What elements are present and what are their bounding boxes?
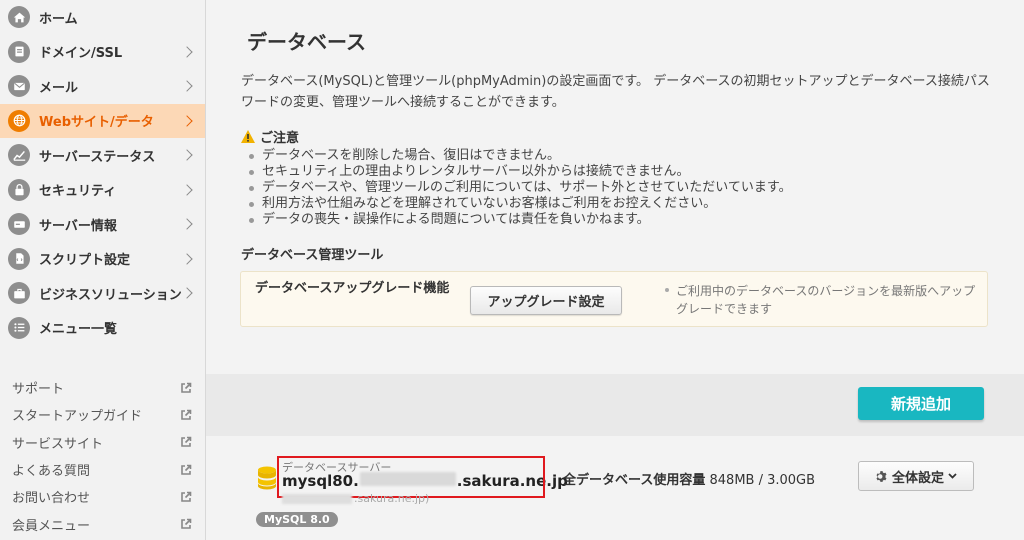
external-link-icon (180, 436, 192, 448)
chevron-right-icon (181, 253, 193, 265)
caution-title: ご注意 (260, 131, 300, 146)
page-title: データベース (247, 30, 366, 54)
sidebar-link[interactable]: サポート (0, 374, 206, 401)
usage-summary: 全データベース使用容量 848MB / 3.00GB (563, 469, 815, 488)
sidebar-item-label: メール (39, 80, 79, 96)
chevron-right-icon (181, 184, 193, 196)
mail-icon (8, 75, 30, 98)
tool-name: データベースアップグレード機能 (255, 281, 450, 296)
sidebar-item-domain[interactable]: ドメイン/SSL (0, 35, 205, 70)
domain-icon (8, 40, 30, 63)
upgrade-settings-button[interactable]: アップグレード設定 (470, 286, 622, 315)
page-description: データベース(MySQL)と管理ツール(phpMyAdmin)の設定画面です。 … (241, 74, 990, 110)
sidebar-link[interactable]: 会員メニュー (0, 510, 206, 537)
sidebar-link-label: サービスサイト (12, 436, 104, 452)
sidebar-item-mail[interactable]: メール (0, 69, 205, 104)
caution-item: データベースや、管理ツールのご利用については、サポート外とさせていただいています… (248, 180, 792, 196)
chart-icon (8, 144, 30, 167)
sidebar-item-label: ビジネスソリューション (39, 287, 182, 303)
db-sub-suffix: .sakura.ne.jp) (354, 492, 430, 505)
settings-label: 全体設定 (891, 470, 944, 486)
sidebar-link[interactable]: お問い合わせ (0, 483, 206, 510)
external-link-icon (180, 491, 192, 503)
sidebar-link[interactable]: よくある質問 (0, 456, 206, 483)
chevron-right-icon (181, 149, 193, 161)
tool-note: ご利用中のデータベースのバージョンを最新版へアップグレードできます (665, 282, 985, 318)
sidebar-link-label: サポート (12, 382, 65, 398)
sidebar-item-label: メニュー一覧 (39, 322, 118, 338)
chevron-right-icon (181, 218, 193, 230)
database-icon (258, 466, 276, 490)
server-icon (8, 213, 30, 236)
sidebar-item-server[interactable]: サーバー情報 (0, 207, 205, 242)
database-server-card: データベースサーバー mysql80. .sakura.ne.jp .sakur… (240, 448, 988, 540)
sidebar-item-label: Webサイト/データ (39, 115, 154, 131)
external-link-icon (180, 409, 192, 421)
mysql-version-badge: MySQL 8.0 (256, 512, 338, 527)
caution-item: 利用方法や仕組みなどを理解されていないお客様はご利用をお控えください。 (248, 196, 792, 212)
tools-heading: データベース管理ツール (241, 248, 384, 263)
sidebar-link[interactable]: スタートアップガイド (0, 401, 206, 428)
sidebar-item-script[interactable]: スクリプト設定 (0, 242, 205, 277)
list-icon (8, 316, 30, 339)
sidebar: ホーム ドメイン/SSL メール Webサイト/データ サーバーステータス セキュリティサ… (0, 0, 206, 540)
sidebar-link-label: よくある質問 (12, 464, 91, 480)
sidebar-links: サポートスタートアップガイド サービスサイト よくある質問 お問い合わせ 会員メニュー (0, 374, 206, 538)
sidebar-item-lock[interactable]: セキュリティ (0, 173, 205, 208)
add-database-button[interactable]: 新規追加 (858, 387, 984, 420)
external-link-icon (180, 518, 192, 530)
sidebar-item-briefcase[interactable]: ビジネスソリューション (0, 276, 205, 311)
home-icon (8, 6, 30, 29)
sidebar-item-label: セキュリティ (39, 184, 117, 200)
caution-item: データベースを削除した場合、復旧はできません。 (248, 148, 792, 164)
sidebar-link-label: スタートアップガイド (12, 409, 143, 425)
usage-value: 848MB / 3.00GB (709, 473, 816, 488)
chevron-down-icon (948, 473, 957, 479)
globe-icon (8, 109, 30, 132)
chevron-right-icon (181, 46, 193, 58)
caution-heading: ご注意 (241, 127, 299, 146)
sidebar-item-label: サーバー情報 (39, 218, 117, 234)
action-bar: 新規追加 (206, 374, 1024, 436)
briefcase-icon (8, 282, 30, 305)
sidebar-item-globe[interactable]: Webサイト/データ (0, 103, 205, 138)
main-content: データベース データベース(MySQL)と管理ツール(phpMyAdmin)の設… (206, 0, 1024, 540)
sidebar-item-label: ホーム (39, 11, 78, 27)
external-link-icon (180, 382, 192, 394)
sidebar-link-label: 会員メニュー (12, 518, 91, 534)
upgrade-tool-panel: データベースアップグレード機能 アップグレード設定 ご利用中のデータベースのバー… (240, 271, 988, 327)
external-link-icon (180, 464, 192, 476)
db-host-secondary: .sakura.ne.jp) (282, 492, 429, 505)
gear-icon (876, 470, 887, 482)
sidebar-item-label: サーバーステータス (39, 149, 156, 165)
chevron-right-icon (181, 287, 193, 299)
chevron-right-icon (181, 80, 193, 92)
caution-item: セキュリティ上の理由よりレンタルサーバー以外からは接続できません。 (248, 164, 792, 180)
script-icon (8, 247, 30, 270)
chevron-right-icon (181, 115, 193, 127)
sidebar-item-label: ドメイン/SSL (39, 46, 123, 62)
sidebar-item-list[interactable]: メニュー一覧 (0, 311, 205, 346)
lock-icon (8, 178, 30, 201)
sidebar-item-chart[interactable]: サーバーステータス (0, 138, 205, 173)
sidebar-item-label: スクリプト設定 (39, 253, 131, 269)
warning-icon (241, 130, 255, 143)
redacted-text (282, 493, 352, 504)
caution-item: データの喪失・誤操作による問題については責任を負いかねます。 (248, 212, 792, 228)
global-settings-button[interactable]: 全体設定 (858, 461, 974, 491)
sidebar-item-home[interactable]: ホーム (0, 0, 205, 35)
sidebar-nav: ホームドメイン/SSL メール Webサイト/データ サーバーステータス セキュリティサ… (0, 0, 205, 345)
usage-label: 全データベース使用容量 (563, 473, 706, 488)
caution-list: データベースを削除した場合、復旧はできません。 セキュリティ上の理由よりレンタル… (248, 148, 792, 228)
sidebar-link[interactable]: サービスサイト (0, 429, 206, 456)
sidebar-link-label: お問い合わせ (12, 491, 91, 507)
